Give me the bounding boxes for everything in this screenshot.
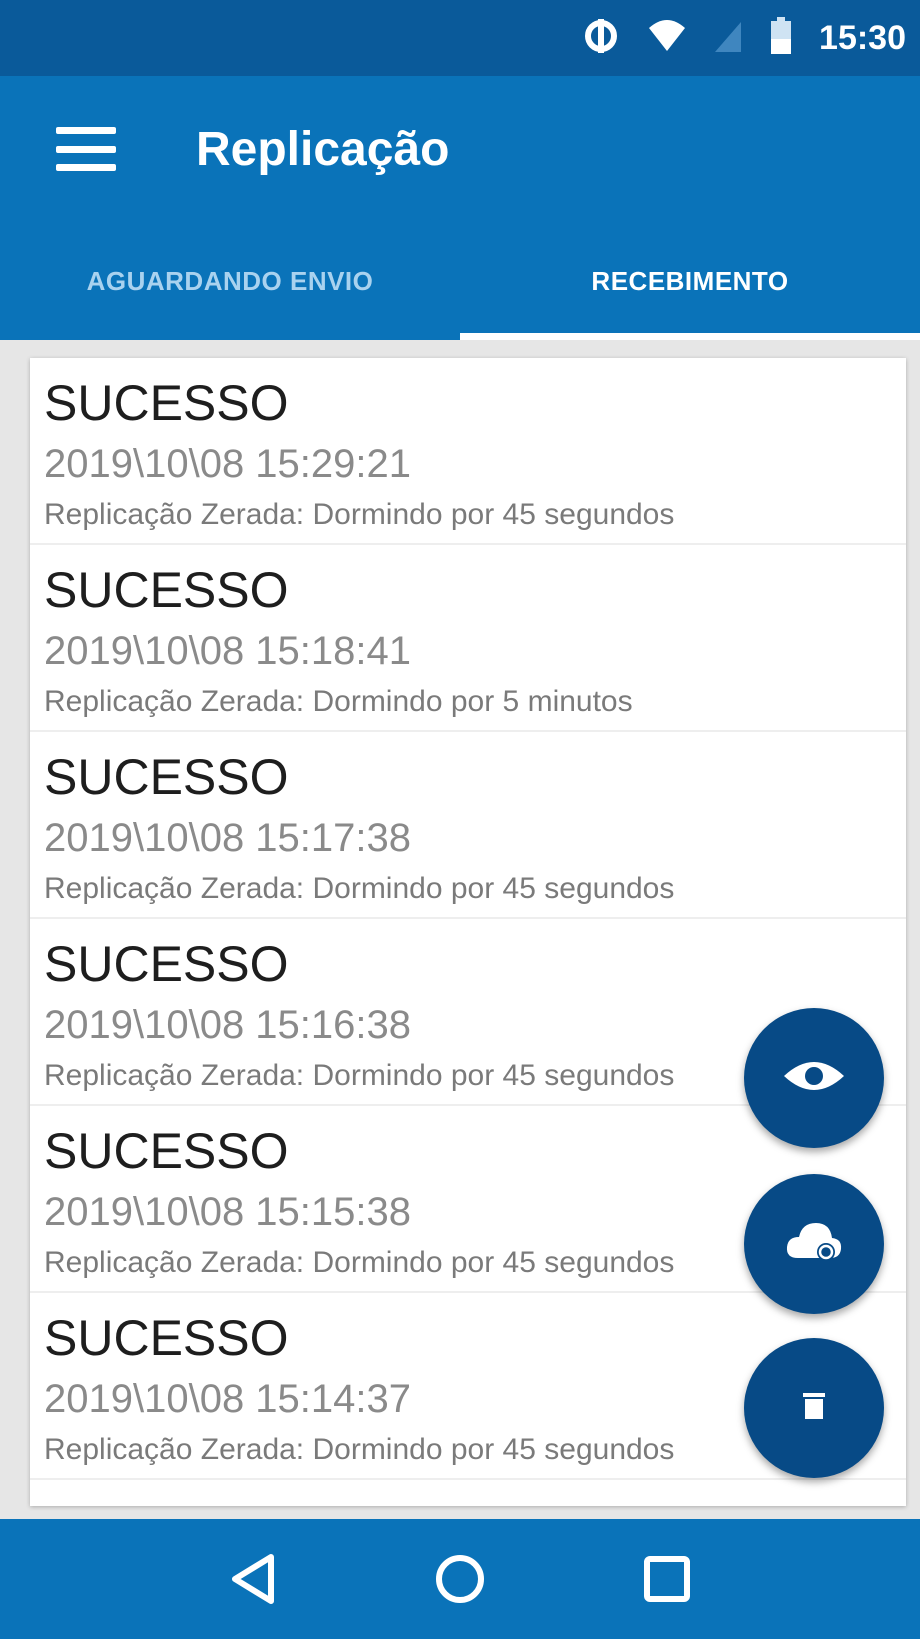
item-datetime: 2019\10\08 15:18:41 <box>44 629 412 673</box>
item-message: Replicação Zerada: Dormindo por 45 segun… <box>44 872 675 905</box>
wifi-icon <box>647 18 687 59</box>
status-time: 15:30 <box>819 18 906 57</box>
menu-icon[interactable] <box>56 127 116 171</box>
tab-aguardando-envio[interactable]: AGUARDANDO ENVIO <box>0 222 460 340</box>
delete-button[interactable] <box>744 1338 884 1478</box>
eye-icon <box>782 1056 846 1101</box>
app-bar: Replicação <box>0 76 920 222</box>
data-saver-icon <box>581 16 621 61</box>
status-bar: 15:30 <box>0 0 920 76</box>
system-nav-bar <box>0 1519 920 1639</box>
home-icon[interactable] <box>430 1549 490 1609</box>
item-message: Replicação Zerada: Dormindo por 45 segun… <box>44 498 675 531</box>
sync-button[interactable] <box>744 1174 884 1314</box>
back-icon[interactable] <box>223 1549 283 1609</box>
view-button[interactable] <box>744 1008 884 1148</box>
page-title: Replicação <box>196 122 450 176</box>
battery-icon <box>769 16 793 60</box>
item-status: SUCESSO <box>44 562 289 618</box>
list-item[interactable]: SUCESSO 2019\10\08 15:29:21 Replicação Z… <box>30 358 906 545</box>
delete-icon <box>803 1392 825 1424</box>
list-item[interactable]: SUCESSO 2019\10\08 15:18:41 Replicação Z… <box>30 545 906 732</box>
item-status: SUCESSO <box>44 375 289 431</box>
item-datetime: 2019\10\08 15:29:21 <box>44 442 412 486</box>
replication-log-list[interactable]: SUCESSO 2019\10\08 15:29:21 Replicação Z… <box>30 358 906 1506</box>
item-status: SUCESSO <box>44 749 289 805</box>
signal-icon <box>713 18 743 59</box>
list-item[interactable]: SUCESSO 2019\10\08 15:17:38 Replicação Z… <box>30 732 906 919</box>
tab-recebimento[interactable]: RECEBIMENTO <box>460 222 920 340</box>
cloud-sync-icon <box>784 1218 844 1271</box>
item-message: Replicação Zerada: Dormindo por 5 minuto… <box>44 685 633 718</box>
tab-bar: AGUARDANDO ENVIO RECEBIMENTO <box>0 222 920 340</box>
item-datetime: 2019\10\08 15:17:38 <box>44 816 412 860</box>
item-status: SUCESSO <box>44 936 289 992</box>
recents-icon[interactable] <box>637 1549 697 1609</box>
